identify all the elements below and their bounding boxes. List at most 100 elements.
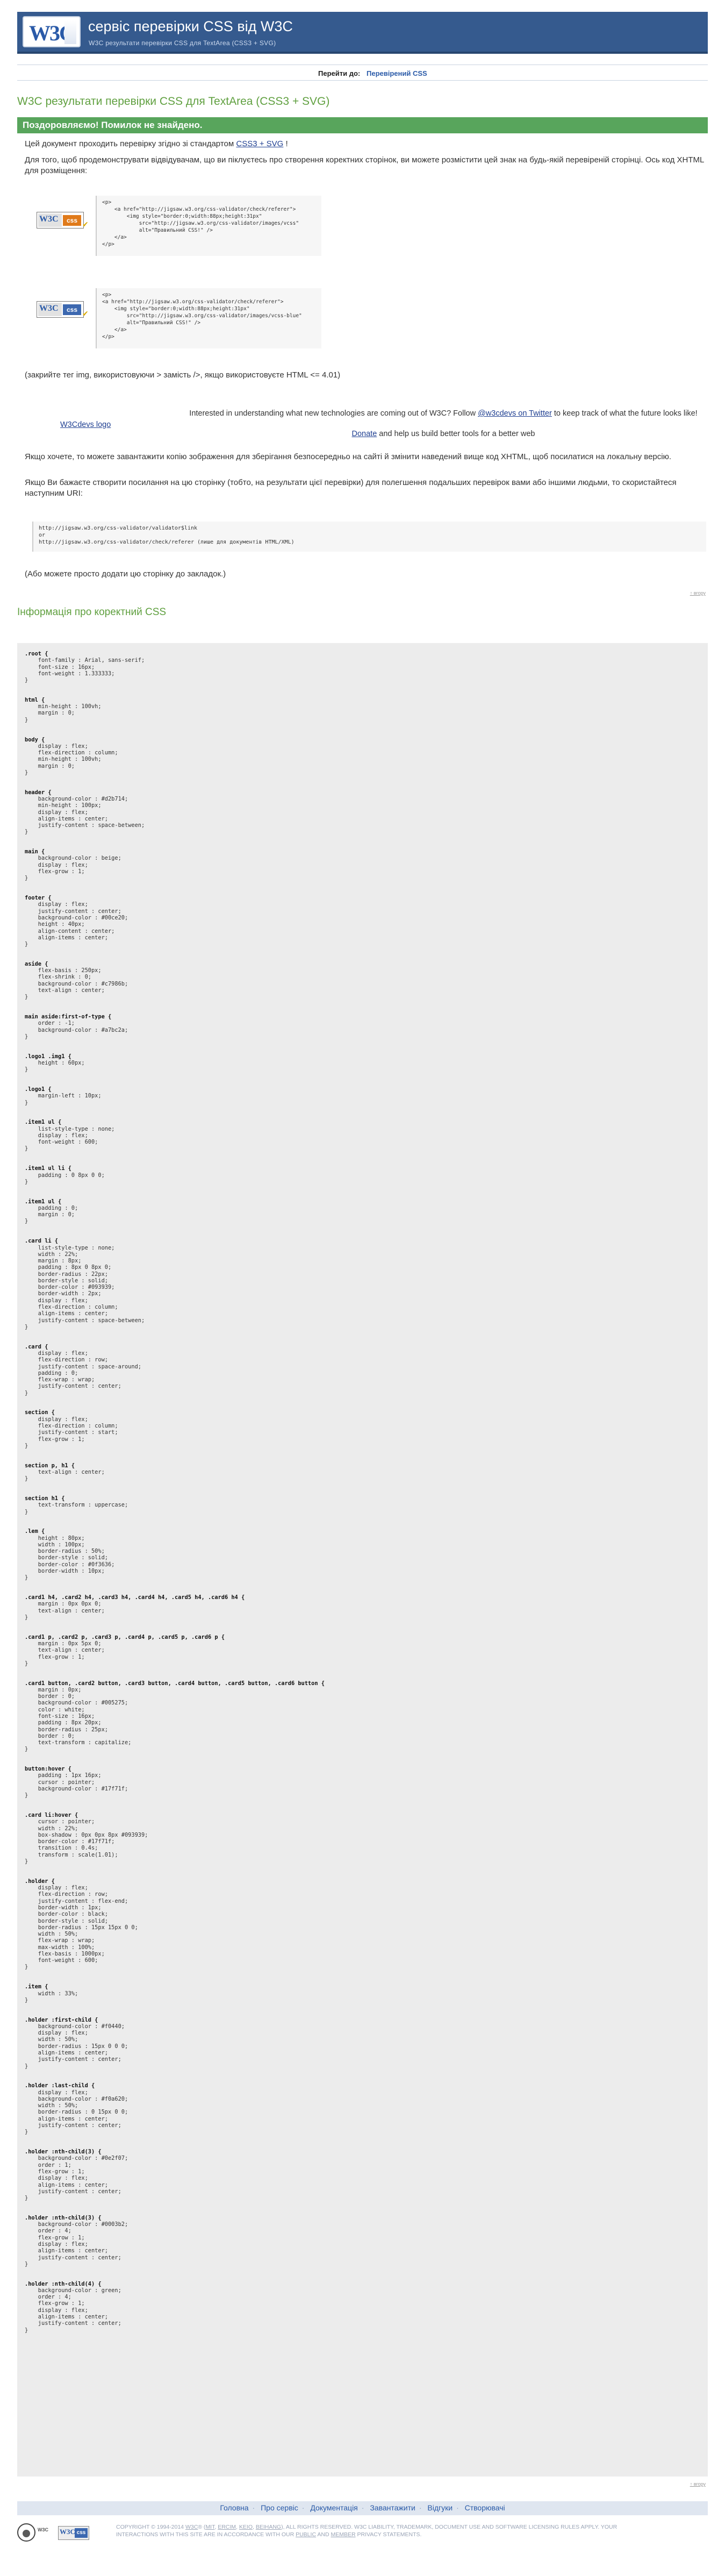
css-declaration: justify-content : center; (25, 2254, 121, 2261)
close-tag-note: (закрийте тег img, використовуючи > замі… (25, 370, 341, 380)
public-privacy-link[interactable]: PUBLIC (296, 2531, 316, 2538)
css-declaration: flex-grow : 1; (25, 2300, 85, 2307)
css-selector: section h1 { (25, 1495, 65, 1502)
css-declaration: align-items : center; (25, 2314, 108, 2320)
nav-download[interactable]: Завантажити (370, 2503, 415, 2512)
css-selector: .logo1 { (25, 1086, 52, 1093)
w3c-logo[interactable]: W3C (23, 16, 81, 47)
css-declaration: text-transform : capitalize; (25, 1739, 132, 1746)
css-rule-close: } (25, 1099, 28, 1106)
css-declaration: justify-content : space-between; (25, 822, 145, 829)
css-declaration: display : flex; (25, 809, 88, 816)
css-rule-close: } (25, 1066, 28, 1073)
css-declaration: text-transform : uppercase; (25, 1502, 128, 1509)
css-declaration: height : 40px; (25, 921, 85, 928)
css-declaration: flex-basis : 1000px; (25, 1950, 105, 1957)
css-selector: .holder :nth-child(3) { (25, 2149, 102, 2156)
css-declaration: justify-content : center; (25, 1383, 121, 1390)
mit-link[interactable]: MIT (205, 2524, 214, 2530)
css-rule-close: } (25, 2327, 28, 2334)
css-declaration: flex-grow : 1; (25, 1653, 85, 1660)
css-declaration: background-color : #c7986b; (25, 980, 128, 987)
css-declaration: display : flex; (25, 2089, 88, 2096)
css-declaration: width : 50%; (25, 2036, 78, 2043)
css-declaration: flex-grow : 1; (25, 1436, 85, 1443)
css-rule-close: } (25, 1792, 28, 1799)
donate-link[interactable]: Donate (352, 430, 377, 438)
css-declaration: display : flex; (25, 901, 88, 908)
css-profile-link[interactable]: CSS3 + SVG (236, 139, 283, 148)
css-declaration: background-color : #f0440; (25, 2023, 125, 2030)
nav-about[interactable]: Про сервіс (261, 2503, 298, 2512)
css-rule: button:hover { padding : 1px 16px; curso… (25, 1766, 325, 1799)
css-selector: .item1 ul { (25, 1119, 62, 1126)
css-declaration: font-weight : 600; (25, 1139, 98, 1146)
valid-css-blue-badge[interactable]: W3C css ✔ (37, 301, 89, 318)
css-declaration: padding : 1px 16px; (25, 1772, 102, 1779)
css-declaration: margin : 0px 0px 0; (25, 1601, 102, 1608)
jump-to-valid-css-link[interactable]: Перевірений CSS (367, 69, 427, 77)
css-rule: .item1 ul { padding : 0; margin : 0;} (25, 1198, 325, 1225)
css-selector: .lem { (25, 1528, 45, 1535)
back-to-top-link-2[interactable]: ↑ вгору (690, 2481, 706, 2487)
css-rule: .holder { display : flex; flex-direction… (25, 1878, 325, 1971)
css-declaration: flex-direction : row; (25, 1357, 108, 1364)
back-to-top-link[interactable]: ↑ вгору (690, 590, 706, 596)
css-rule: main aside:first-of-type { order : -1; b… (25, 1014, 325, 1040)
css-selector: .card li { (25, 1238, 58, 1245)
footer-w3c-logo[interactable]: W3C (38, 2527, 56, 2534)
app-title: сервіс перевірки CSS від W3C (88, 18, 293, 34)
css-declaration: order : 1; (25, 2161, 71, 2168)
css-declaration: font-size : 16px; (25, 663, 95, 670)
css-rule: .root { font-family : Arial, sans-serif;… (25, 651, 325, 683)
css-selector: .item1 ul { (25, 1198, 62, 1205)
twitter-link[interactable]: @w3cdevs on Twitter (478, 409, 552, 418)
uri-code: http://jigsaw.w3.org/css-validator/valid… (32, 522, 706, 552)
css-declaration: border-width : 2px; (25, 1290, 102, 1297)
badge-css-text: css (63, 215, 81, 226)
nav-feedback[interactable]: Відгуки (427, 2503, 453, 2512)
css-declaration: min-height : 100px; (25, 802, 102, 809)
css-declaration: margin : 0; (25, 710, 75, 717)
w3c-link[interactable]: W3C (185, 2524, 198, 2530)
css-declaration: display : flex; (25, 1132, 88, 1139)
css-declaration: width : 50%; (25, 2102, 78, 2109)
css-rule-close: } (25, 1858, 28, 1865)
css-declaration: align-items : center; (25, 815, 108, 822)
css-selector: .logo1 .img1 { (25, 1053, 71, 1060)
css-declaration: font-weight : 1.333333; (25, 670, 115, 677)
css-declaration: border-radius : 15px 0 0 0; (25, 2043, 128, 2050)
w3cdevs-logo[interactable]: W3Cdevs logo (60, 420, 111, 429)
css-selector: .holder :nth-child(4) { (25, 2280, 102, 2287)
css-selector: main aside:first-of-type { (25, 1014, 112, 1021)
css-selector: .card1 button, .card2 button, .card3 but… (25, 1680, 325, 1687)
keio-link[interactable]: KEIO (239, 2524, 253, 2530)
valid-css-badge[interactable]: W3C css ✔ (37, 212, 89, 229)
nav-credits[interactable]: Створювачі (465, 2503, 505, 2512)
css-rule: .lem { height : 80px; width : 100px; bor… (25, 1528, 325, 1581)
css-rule: section { display : flex; flex-direction… (25, 1409, 325, 1449)
css-rule: .item { width : 33%;} (25, 1983, 325, 2003)
css-declaration: width : 33%; (25, 1990, 78, 1997)
jump-to-label: Перейти до: (318, 69, 361, 77)
nav-home[interactable]: Головна (220, 2503, 248, 2512)
open-source-icon[interactable] (17, 2523, 35, 2542)
member-privacy-link[interactable]: MEMBER (331, 2531, 355, 2538)
css-declaration: border-width : 10px; (25, 1567, 105, 1574)
ercim-link[interactable]: ERCIM (218, 2524, 236, 2530)
css-declaration: justify-content : center; (25, 2320, 121, 2327)
css-rule: .card li:hover { cursor : pointer; width… (25, 1812, 325, 1865)
css-selector: html { (25, 696, 45, 703)
css-declaration: flex-grow : 1; (25, 2168, 85, 2175)
css-declaration: justify-content : center; (25, 2188, 121, 2195)
css-selector: .item { (25, 1983, 48, 1990)
nav-docs[interactable]: Документація (310, 2503, 357, 2512)
footer-valid-css-badge[interactable]: W3C css (58, 2526, 89, 2540)
css-selector: section { (25, 1409, 55, 1416)
css-rule-close: } (25, 2195, 28, 2202)
beihang-link[interactable]: BEIHANG (256, 2524, 281, 2530)
bookmark-note: (Або можете просто додати цю сторінку до… (25, 569, 226, 579)
css-rule-close: } (25, 1323, 28, 1330)
css-declaration: align-items : center; (25, 2050, 108, 2056)
css-declaration: text-align : center; (25, 1607, 105, 1614)
